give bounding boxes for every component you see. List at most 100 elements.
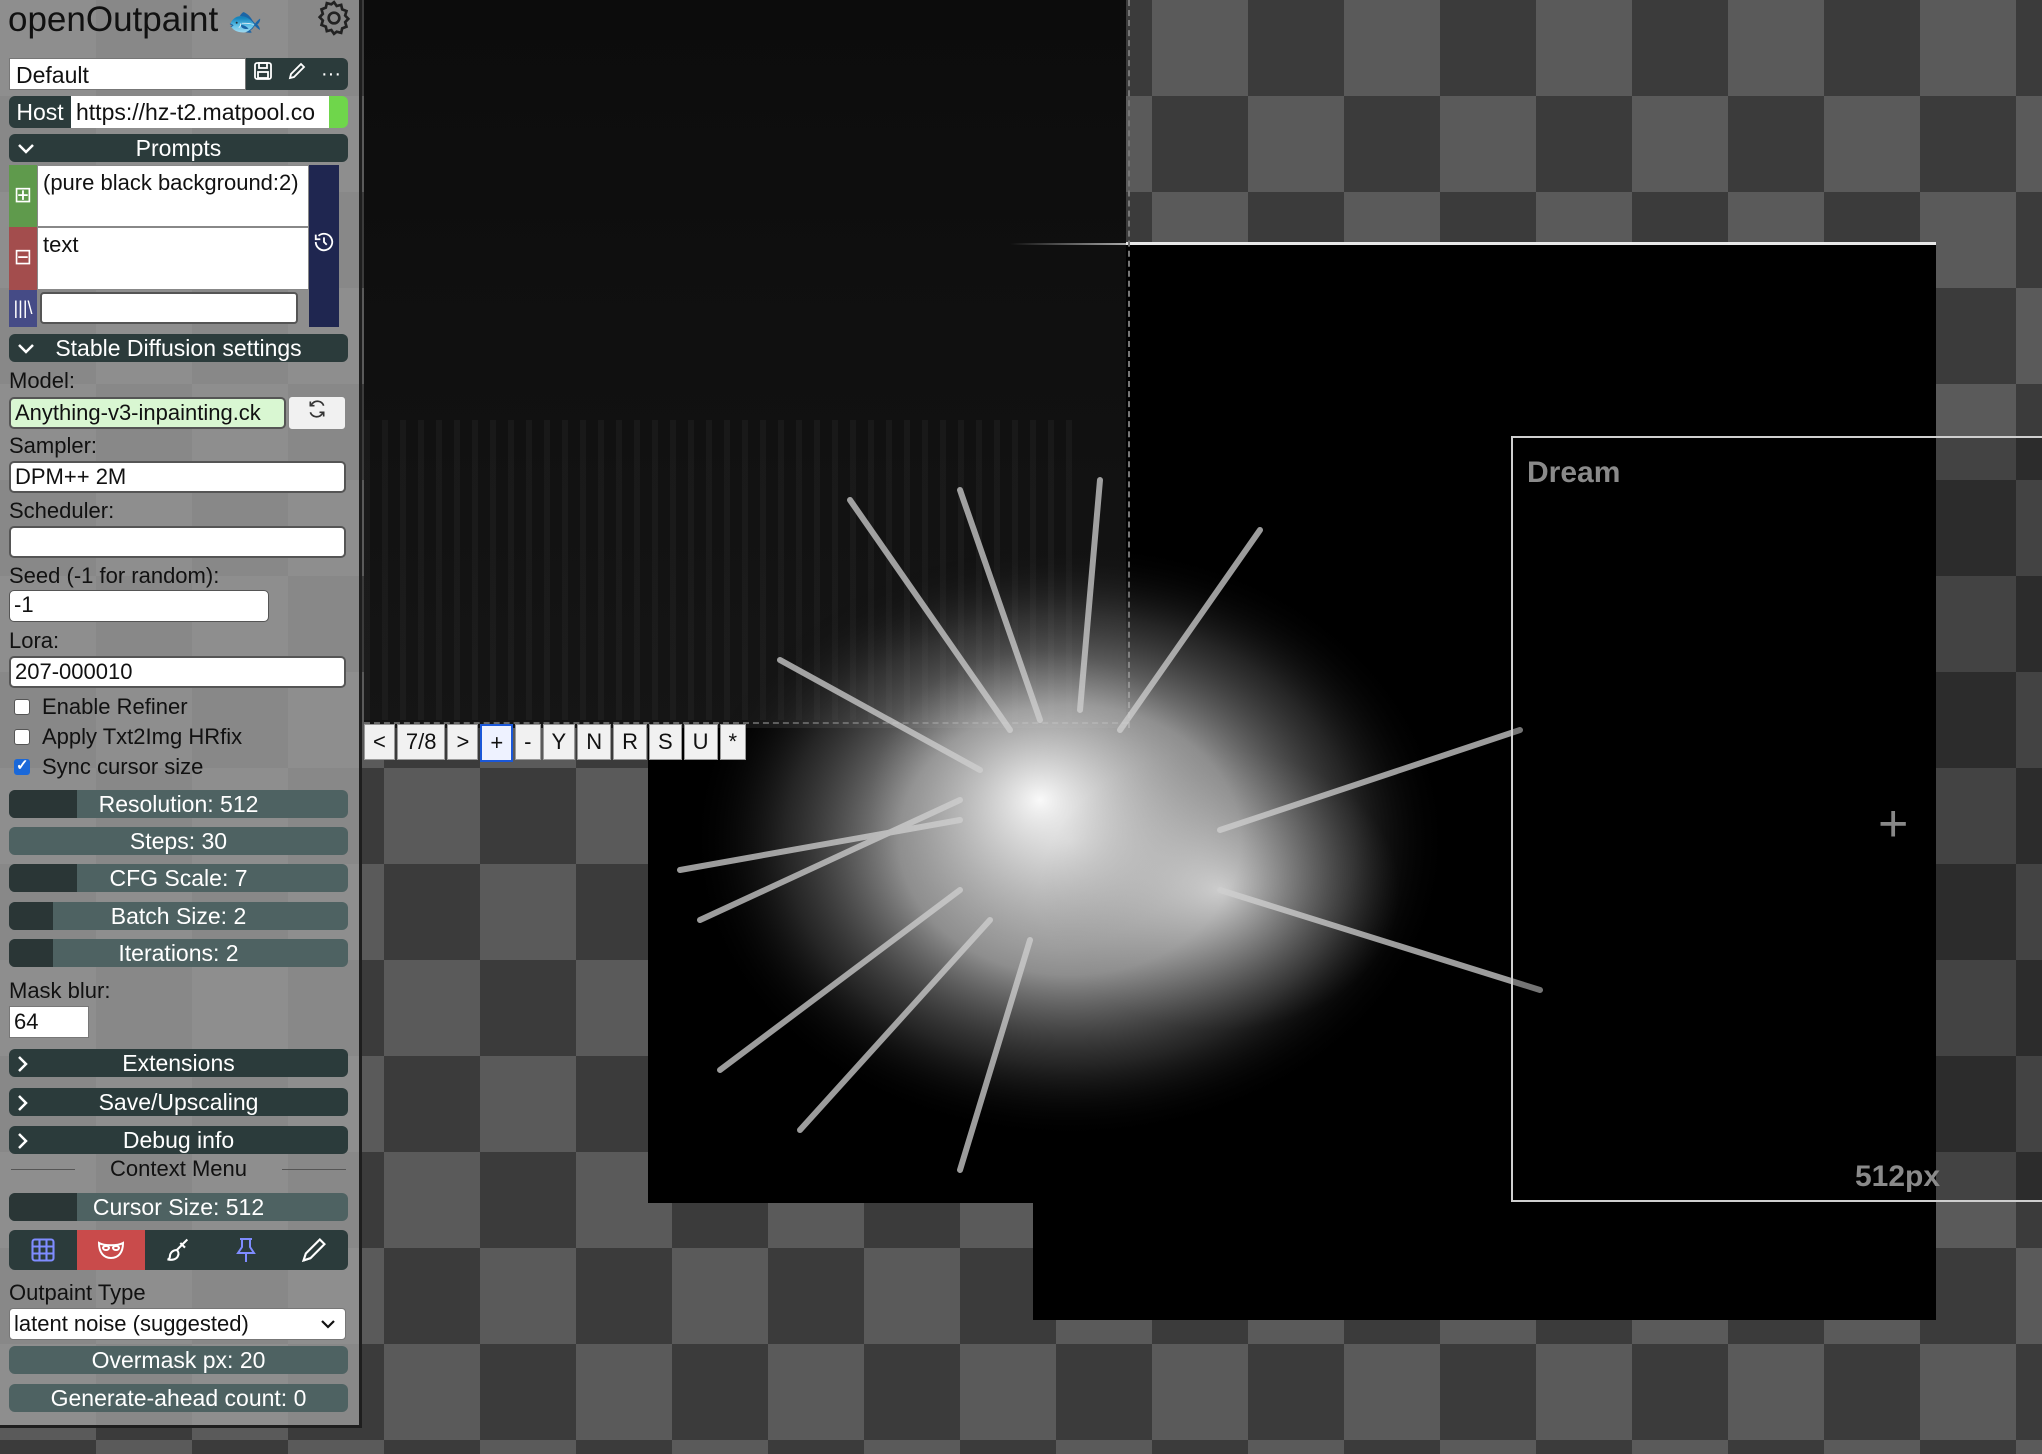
positive-prompt-textarea[interactable]: (pure black background:2) (37, 165, 309, 227)
positive-prompt-tag: ⊞ (9, 165, 37, 227)
batch-size-slider[interactable]: Batch Size: 2 (9, 902, 348, 930)
slider-label: Batch Size: 2 (110, 903, 247, 929)
slider-label: Cursor Size: 512 (92, 1194, 265, 1220)
reject-image-button[interactable]: N (577, 724, 612, 760)
outpaint-type-select[interactable]: latent noise (suggested) (9, 1308, 346, 1340)
cfg-scale-slider[interactable]: CFG Scale: 7 (9, 864, 348, 892)
fish-logo-icon: 🐟 (227, 6, 263, 37)
chevron-right-icon (17, 1049, 29, 1077)
mask-icon[interactable] (76, 1230, 145, 1270)
pin-icon[interactable] (212, 1230, 280, 1270)
mask-blur-input[interactable]: 64 (9, 1006, 89, 1038)
resource-button[interactable]: R (613, 724, 647, 760)
slider-label: Steps: 30 (129, 828, 228, 854)
scheduler-select[interactable] (9, 526, 346, 558)
sampler-select[interactable]: DPM++ 2M (9, 461, 346, 493)
prompt-history-button[interactable] (309, 165, 339, 327)
dream-size-label: 512px (1855, 1160, 1941, 1193)
resolution-slider[interactable]: Resolution: 512 (9, 790, 348, 818)
chevron-down-icon (17, 334, 35, 362)
grid-icon[interactable] (9, 1230, 77, 1270)
powder-explosion-image (677, 477, 1543, 1173)
seed-input[interactable]: -1 (9, 590, 269, 622)
iterations-slider[interactable]: Iterations: 2 (9, 939, 348, 967)
slider-fill (9, 790, 77, 818)
upscale-button[interactable]: U (683, 724, 718, 760)
extensions-section-header[interactable]: Extensions (9, 1049, 348, 1077)
host-label: Host (9, 96, 71, 128)
gear-icon[interactable] (314, 0, 354, 38)
more-images-button[interactable]: + (480, 724, 514, 762)
checkbox-label: Apply Txt2Img HRfix (42, 724, 243, 749)
app-title-text: openOutpaint (8, 0, 219, 39)
debug-section-header[interactable]: Debug info (9, 1126, 348, 1154)
app-title: openOutpaint 🐟 (8, 0, 263, 40)
section-label: Prompts (135, 135, 222, 161)
outpaint-type-label: Outpaint Type (9, 1280, 146, 1305)
refresh-icon (309, 400, 325, 418)
slider-fill (9, 864, 77, 892)
generation-navigation-bar: < 7/8 > + - Y N R S U * (364, 724, 748, 762)
section-label: Debug info (122, 1127, 235, 1153)
sync-cursor-checkbox[interactable]: Sync cursor size (14, 754, 203, 780)
crosshair-icon: + (1878, 795, 1909, 853)
refresh-models-button[interactable] (288, 396, 346, 430)
seed-label: Seed (-1 for random): (9, 563, 220, 588)
checkbox-box[interactable] (14, 729, 30, 745)
accept-image-button[interactable]: Y (542, 724, 576, 760)
section-label: Extensions (122, 1050, 235, 1076)
next-image-button[interactable]: > (447, 724, 479, 760)
selection-top-border (1126, 242, 1936, 245)
brush-icon[interactable] (145, 1230, 213, 1270)
edit-icon[interactable] (287, 61, 307, 87)
select-value: latent noise (suggested) (14, 1311, 249, 1336)
scheduler-label: Scheduler: (9, 498, 115, 523)
style-tag: |||\ (9, 290, 37, 327)
save-icon[interactable] (253, 61, 273, 87)
checkbox-box[interactable] (14, 756, 30, 775)
plus-box-icon: ⊞ (13, 182, 33, 207)
mask-blur-label: Mask blur: (9, 978, 111, 1003)
slider-label: Iterations: 2 (118, 940, 239, 966)
host-input[interactable]: https://hz-t2.matpool.co (71, 96, 331, 128)
host-status-indicator (329, 96, 348, 128)
save-upscaling-section-header[interactable]: Save/Upscaling (9, 1088, 348, 1116)
context-menu-title: Context Menu (9, 1156, 348, 1182)
minus-box-icon: ⊟ (13, 244, 33, 269)
tool-palette (9, 1230, 348, 1270)
chevron-right-icon (17, 1088, 29, 1116)
more-icon[interactable]: ··· (321, 63, 341, 86)
save-image-button[interactable]: S (648, 724, 682, 760)
generate-ahead-slider[interactable]: Generate-ahead count: 0 (9, 1384, 348, 1412)
settings-sidebar: openOutpaint 🐟 Default ··· Host https://… (0, 0, 362, 1428)
preset-select[interactable]: Default (9, 58, 246, 90)
slider-fill (9, 939, 54, 967)
steps-slider[interactable]: Steps: 30 (9, 827, 348, 855)
cursor-size-slider[interactable]: Cursor Size: 512 (9, 1193, 348, 1221)
section-label: Save/Upscaling (98, 1089, 259, 1115)
enable-refiner-checkbox[interactable]: Enable Refiner (14, 694, 188, 720)
chevron-down-icon (17, 134, 35, 162)
dream-cursor-box[interactable]: Dream + 512px (1511, 436, 2042, 1202)
previous-image-button[interactable]: < (364, 724, 395, 760)
pencil-icon[interactable] (280, 1230, 348, 1270)
hrfix-checkbox[interactable]: Apply Txt2Img HRfix (14, 724, 242, 750)
lora-label: Lora: (9, 628, 60, 653)
prompts-section-header[interactable]: Prompts (9, 134, 348, 162)
sampler-label: Sampler: (9, 433, 98, 458)
slider-label: Generate-ahead count: 0 (50, 1385, 307, 1411)
star-button[interactable]: * (719, 724, 747, 760)
lora-input[interactable]: 207-000010 (9, 656, 346, 688)
slider-label: Overmask px: 20 (91, 1347, 266, 1373)
sd-settings-section-header[interactable]: Stable Diffusion settings (9, 334, 348, 362)
chevron-down-icon (319, 1309, 337, 1348)
negative-prompt-textarea[interactable]: text (37, 227, 309, 290)
overmask-slider[interactable]: Overmask px: 20 (9, 1346, 348, 1374)
fewer-images-button[interactable]: - (515, 724, 541, 760)
checkbox-label: Enable Refiner (42, 694, 188, 719)
section-label: Stable Diffusion settings (55, 335, 302, 361)
checkbox-box[interactable] (14, 699, 30, 715)
checkbox-label: Sync cursor size (42, 754, 204, 779)
style-input[interactable] (40, 292, 298, 324)
model-select[interactable]: Anything-v3-inpainting.ck (9, 397, 286, 429)
